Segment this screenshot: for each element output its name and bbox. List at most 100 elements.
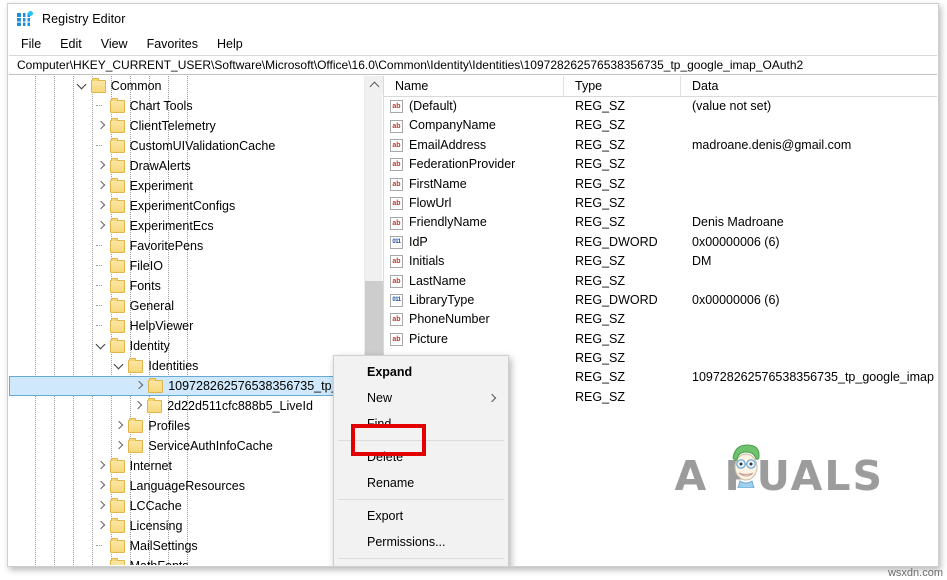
value-name-text: LibraryType — [409, 291, 474, 310]
context-menu[interactable]: Expand New Find... Delete Rename ExportPermis… — [333, 355, 509, 567]
tree-node[interactable]: HelpViewer — [9, 316, 364, 336]
tree-node[interactable]: MathFonts — [9, 556, 364, 565]
context-menu-item-label: Delete — [367, 450, 403, 464]
value-type-cell: REG_SZ — [564, 388, 681, 407]
tree-node-label: Common — [111, 76, 162, 96]
context-menu-item-rename[interactable]: Rename — [334, 470, 508, 496]
chevron-right-icon[interactable] — [94, 456, 110, 476]
menu-edit[interactable]: Edit — [60, 36, 91, 52]
tree-node-selected[interactable]: 109728262576538356735_tp_google_imap_OAu… — [9, 376, 364, 396]
tree-node[interactable]: ServiceAuthInfoCache — [9, 436, 364, 456]
folder-icon — [110, 260, 125, 273]
tree-node[interactable]: Licensing — [9, 516, 364, 536]
value-type-cell: REG_SZ — [564, 310, 681, 329]
tree-node[interactable]: Fonts — [9, 276, 364, 296]
registry-tree[interactable]: CommonChart ToolsClientTelemetryCustomUI… — [9, 76, 364, 565]
string-value-icon: ab — [390, 100, 403, 113]
tree-leaf-dash-icon — [94, 536, 110, 556]
string-value-icon: ab — [390, 158, 403, 171]
value-row[interactable]: abLastNameREG_SZ — [384, 272, 937, 291]
tree-node-label: LCCache — [130, 496, 182, 516]
context-menu-separator — [338, 440, 504, 441]
chevron-right-icon[interactable] — [94, 156, 110, 176]
context-menu-item-delete[interactable]: Delete — [334, 444, 508, 470]
tree-node[interactable]: General — [9, 296, 364, 316]
string-value-icon: ab — [390, 197, 403, 210]
column-header-name[interactable]: Name — [384, 76, 564, 97]
column-header-type[interactable]: Type — [564, 76, 681, 97]
context-menu-item-find[interactable]: Find... — [334, 411, 508, 437]
context-menu-item-export[interactable]: Export — [334, 503, 508, 529]
value-row[interactable]: 011IdPREG_DWORD0x00000006 (6) — [384, 233, 937, 252]
chevron-down-icon[interactable] — [112, 356, 128, 376]
tree-node[interactable]: ClientTelemetry — [9, 116, 364, 136]
value-row[interactable]: abInitialsREG_SZDM — [384, 252, 937, 271]
value-row[interactable]: abPictureREG_SZ — [384, 330, 937, 349]
chevron-right-icon[interactable] — [112, 416, 128, 436]
tree-node[interactable]: Common — [9, 76, 364, 96]
value-name-text: LastName — [409, 272, 466, 291]
tree-node[interactable]: Identity — [9, 336, 364, 356]
context-menu-item-label: New — [367, 391, 392, 405]
chevron-right-icon[interactable] — [94, 216, 110, 236]
value-type-cell: REG_SZ — [564, 368, 681, 387]
tree-node-label: FavoritePens — [130, 236, 204, 256]
tree-node[interactable]: FavoritePens — [9, 236, 364, 256]
value-name-text: FriendlyName — [409, 213, 487, 232]
value-data-cell — [681, 330, 937, 349]
value-type-cell: REG_SZ — [564, 330, 681, 349]
chevron-right-icon[interactable] — [94, 496, 110, 516]
tree-node[interactable]: Identities — [9, 356, 364, 376]
value-row[interactable]: abEmailAddressREG_SZmadroane.denis@gmail… — [384, 136, 937, 155]
tree-node[interactable]: DrawAlerts — [9, 156, 364, 176]
chevron-right-icon[interactable] — [112, 436, 128, 456]
tree-node[interactable]: ExperimentConfigs — [9, 196, 364, 216]
tree-node[interactable]: Experiment — [9, 176, 364, 196]
context-menu-item-copy-key-name[interactable]: Copy Key Name — [334, 562, 508, 567]
menu-view[interactable]: View — [101, 36, 137, 52]
context-menu-item-permissions[interactable]: Permissions... — [334, 529, 508, 555]
chevron-down-icon[interactable] — [75, 76, 91, 96]
chevron-right-icon[interactable] — [132, 376, 148, 396]
value-row[interactable]: 011LibraryTypeREG_DWORD0x00000006 (6) — [384, 291, 937, 310]
chevron-down-icon[interactable] — [94, 336, 110, 356]
context-menu-item-expand[interactable]: Expand — [334, 359, 508, 385]
value-name-text: (Default) — [409, 97, 457, 116]
chevron-right-icon[interactable] — [94, 176, 110, 196]
tree-node[interactable]: MailSettings — [9, 536, 364, 556]
tree-node-label: MathFonts — [130, 556, 189, 565]
tree-node[interactable]: LCCache — [9, 496, 364, 516]
value-row[interactable]: ab(Default)REG_SZ(value not set) — [384, 97, 937, 116]
chevron-right-icon[interactable] — [94, 196, 110, 216]
menu-favorites[interactable]: Favorites — [147, 36, 207, 52]
chevron-right-icon[interactable] — [94, 116, 110, 136]
chevron-right-icon[interactable] — [94, 516, 110, 536]
folder-icon — [110, 320, 125, 333]
tree-node-label: Identities — [148, 356, 198, 376]
value-row[interactable]: abFederationProviderREG_SZ — [384, 155, 937, 174]
menu-file[interactable]: File — [21, 36, 50, 52]
tree-node[interactable]: Internet — [9, 456, 364, 476]
tree-node[interactable]: ExperimentEcs — [9, 216, 364, 236]
tree-scroll-up-button[interactable] — [365, 76, 383, 94]
chevron-right-icon[interactable] — [131, 396, 147, 416]
chevron-right-icon[interactable] — [94, 476, 110, 496]
string-value-icon: ab — [390, 120, 403, 133]
tree-node[interactable]: CustomUIValidationCache — [9, 136, 364, 156]
tree-node[interactable]: 2d22d511cfc888b5_LiveId — [9, 396, 364, 416]
tree-node[interactable]: LanguageResources — [9, 476, 364, 496]
tree-node[interactable]: Profiles — [9, 416, 364, 436]
value-row[interactable]: abPhoneNumberREG_SZ — [384, 310, 937, 329]
menu-help[interactable]: Help — [217, 36, 252, 52]
address-bar[interactable]: Computer\HKEY_CURRENT_USER\Software\Micr… — [9, 55, 937, 75]
value-row[interactable]: abFlowUrlREG_SZ — [384, 194, 937, 213]
tree-node[interactable]: Chart Tools — [9, 96, 364, 116]
value-row[interactable]: abCompanyNameREG_SZ — [384, 116, 937, 135]
tree-node[interactable]: FileIO — [9, 256, 364, 276]
context-menu-item-new[interactable]: New — [334, 385, 508, 411]
folder-icon — [110, 560, 125, 566]
value-row[interactable]: abFriendlyNameREG_SZDenis Madroane — [384, 213, 937, 232]
value-row[interactable]: abFirstNameREG_SZ — [384, 175, 937, 194]
column-header-data[interactable]: Data — [681, 76, 937, 97]
tree-node-label: LanguageResources — [130, 476, 245, 496]
